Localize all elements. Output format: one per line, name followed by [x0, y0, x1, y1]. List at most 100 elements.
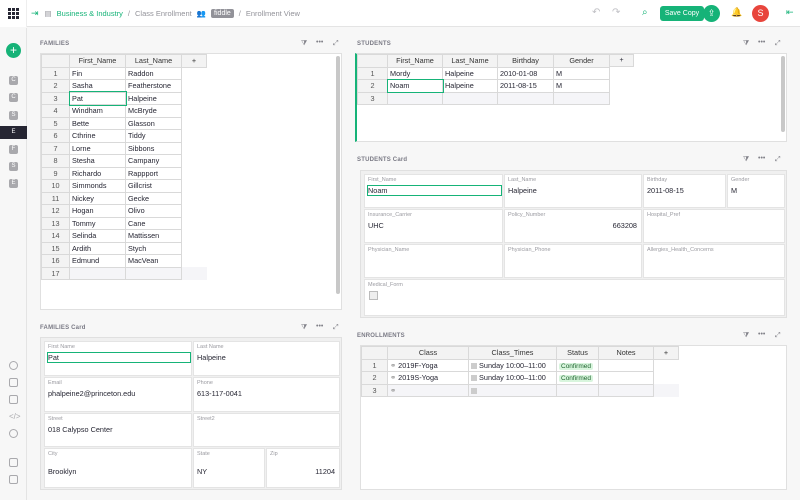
cell-last-name[interactable]: McBryde [125, 104, 182, 118]
cell-last-name[interactable]: Halpeine [442, 66, 498, 80]
expand-icon[interactable]: ⤢ [333, 324, 339, 332]
sort-filter-icon[interactable]: ⧩ [301, 40, 307, 48]
column-header[interactable]: Notes [598, 346, 654, 360]
column-header[interactable]: Class [387, 346, 469, 360]
field-birthday[interactable]: Birthday 2011-08-15 [643, 174, 726, 208]
undo-icon[interactable]: ↶ [592, 7, 600, 18]
cell-last-name[interactable]: Tiddy [125, 129, 182, 143]
column-header[interactable]: Last_Name [442, 54, 498, 68]
table-row[interactable]: 2 Sasha Featherstone [41, 79, 207, 93]
section-menu-icon[interactable]: ••• [758, 39, 765, 46]
cell-first-name[interactable]: Noam [386, 78, 444, 93]
code-icon[interactable]: </> [9, 412, 21, 421]
table-row[interactable]: 16 Edmund MacVean [41, 254, 207, 268]
row-number[interactable]: 2 [41, 79, 70, 93]
table-row[interactable]: 15 Ardith Stych [41, 241, 207, 255]
cell-first-name[interactable]: Mordy [387, 66, 443, 80]
cell-first-name[interactable]: Ardith [69, 241, 126, 255]
page-icon-7[interactable]: E [9, 179, 18, 188]
cell-birthday[interactable]: 2011-08-15 [497, 79, 554, 93]
link-icon[interactable]: ⚭ [390, 373, 396, 382]
row-number[interactable]: 15 [41, 241, 70, 255]
cell-first-name[interactable]: Edmund [69, 254, 126, 268]
cell-last-name[interactable]: Halpeine [442, 79, 498, 93]
cell-gender[interactable]: M [553, 79, 610, 93]
cell-last-name[interactable]: Rappport [125, 166, 182, 180]
table-row[interactable]: 9 Richardo Rappport [41, 166, 207, 180]
add-column-button[interactable]: + [181, 54, 207, 68]
cell-status[interactable]: Confirmed [556, 371, 599, 385]
cell-first-name[interactable]: Tommy [69, 216, 126, 230]
app-logo[interactable] [0, 0, 27, 27]
section-menu-icon[interactable]: ••• [758, 155, 765, 162]
cell-first-name[interactable]: Pat [68, 91, 127, 106]
cell-first-name[interactable]: Nickey [69, 191, 126, 205]
tour-icon[interactable] [9, 475, 18, 484]
cell-class[interactable]: ⚭ 2019F-Yoga [387, 358, 469, 372]
section-menu-icon[interactable]: ••• [316, 39, 323, 46]
expand-panel-icon[interactable]: ⇥ [31, 8, 39, 19]
expand-icon[interactable]: ⤢ [775, 156, 781, 164]
avatar[interactable]: S [752, 5, 769, 22]
field-insurance-carrier[interactable]: Insurance_Carrier UHC [364, 209, 503, 243]
breadcrumb-doc[interactable]: Business & Industry [57, 9, 123, 18]
save-copy-button[interactable]: Save Copy [660, 6, 704, 21]
table-row[interactable]: 11 Nickey Gecke [41, 191, 207, 205]
row-number[interactable]: 17 [41, 266, 70, 280]
field-last-name[interactable]: Last Name Halpeine [193, 341, 340, 376]
column-header[interactable]: First_Name [69, 54, 126, 68]
redo-icon[interactable]: ↷ [612, 7, 620, 18]
row-number[interactable]: 13 [41, 216, 70, 230]
cell-class-times[interactable] [468, 383, 557, 397]
link-icon[interactable]: ⚭ [390, 361, 396, 370]
column-header[interactable]: Class_Times [468, 346, 557, 360]
cell-last-name[interactable]: Glasson [125, 116, 182, 130]
row-number[interactable]: 3 [361, 383, 388, 397]
row-number[interactable]: 5 [41, 116, 70, 130]
row-number[interactable]: 2 [357, 79, 388, 93]
cell-first-name[interactable]: Cthrine [69, 129, 126, 143]
cell-last-name[interactable]: Campany [125, 154, 182, 168]
bell-icon[interactable]: 🔔 [731, 7, 742, 18]
cell-first-name[interactable]: Lorne [69, 141, 126, 155]
table-row[interactable]: 7 Lorne Sibbons [41, 141, 207, 155]
row-number[interactable]: 2 [361, 371, 388, 385]
field-phone[interactable]: Phone 613-117-0041 [193, 377, 340, 412]
cell-last-name[interactable]: Raddon [125, 66, 182, 80]
sort-filter-icon[interactable]: ⧩ [301, 324, 307, 332]
cell-birthday[interactable]: 2010-01-08 [497, 66, 554, 80]
section-menu-icon[interactable]: ••• [316, 323, 323, 330]
field-policy-number[interactable]: Policy_Number 663208 [504, 209, 642, 243]
add-column-button[interactable]: + [609, 54, 634, 67]
field-city[interactable]: City Brooklyn [44, 448, 192, 488]
field-state[interactable]: State NY [193, 448, 265, 488]
cell-last-name[interactable]: Stych [125, 241, 182, 255]
cell-first-name[interactable] [69, 266, 126, 280]
cell-notes[interactable] [598, 383, 654, 397]
row-number[interactable]: 1 [357, 66, 388, 80]
table-row[interactable]: 12 Hogan Olivo [41, 204, 207, 218]
row-number[interactable]: 11 [41, 191, 70, 205]
field-last-name[interactable]: Last_Name Halpeine [504, 174, 642, 208]
cell-last-name[interactable]: Gillcrist [125, 179, 182, 193]
cell-birthday[interactable] [497, 91, 554, 105]
field-first-name[interactable]: First_Name Noam [364, 174, 503, 208]
row-number[interactable]: 16 [41, 254, 70, 268]
code-view-icon[interactable] [9, 395, 18, 404]
cell-last-name[interactable]: Gecke [125, 191, 182, 205]
cell-last-name[interactable]: Sibbons [125, 141, 182, 155]
sort-filter-icon[interactable]: ⧩ [743, 40, 749, 48]
column-header[interactable]: Birthday [497, 54, 554, 68]
table-row[interactable]: 1 Fin Raddon [41, 66, 207, 80]
cell-last-name[interactable]: Featherstone [125, 79, 182, 93]
eye-icon[interactable] [9, 361, 18, 370]
cell-last-name[interactable]: MacVean [125, 254, 182, 268]
document-icon[interactable] [9, 458, 18, 467]
add-column-button[interactable]: + [653, 346, 679, 360]
page-icon-5[interactable]: F [9, 145, 18, 154]
field-medical-form[interactable]: Medical_Form [364, 279, 785, 316]
cell-last-name[interactable]: Olivo [125, 204, 182, 218]
cell-first-name[interactable]: Selinda [69, 229, 126, 243]
field-allergies[interactable]: Allergies_Health_Concerns [643, 244, 785, 278]
cell-class[interactable]: ⚭ 2019S-Yoga [387, 371, 469, 385]
